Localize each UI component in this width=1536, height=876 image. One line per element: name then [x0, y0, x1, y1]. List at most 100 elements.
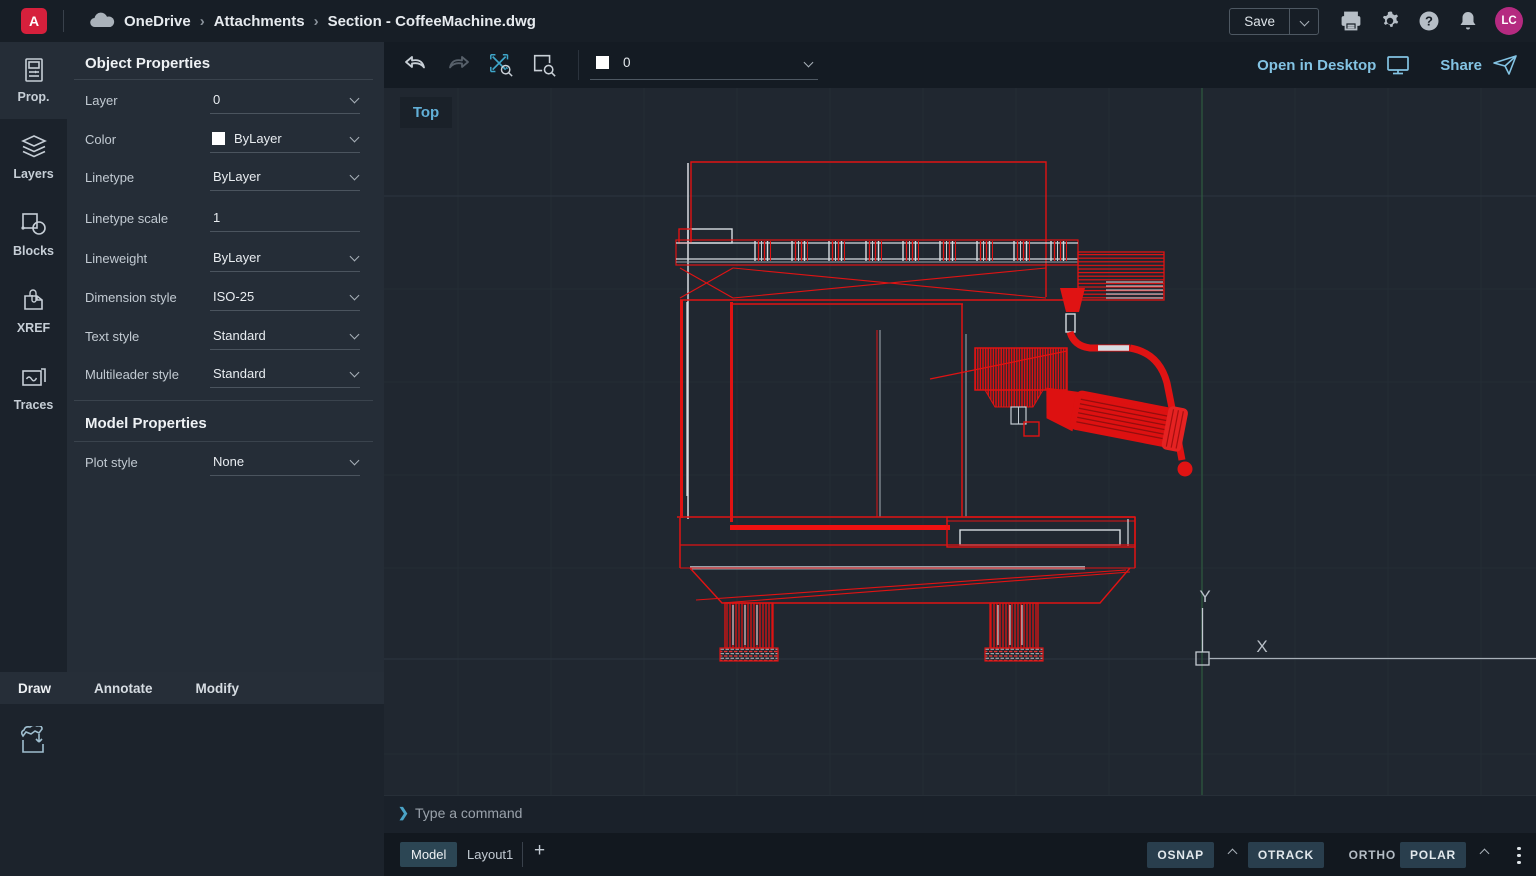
tab-modify[interactable]: Modify — [196, 681, 240, 696]
autocad-web-app: A OneDrive › Attachments › Section - Cof… — [0, 0, 1536, 876]
multileader-style-dropdown[interactable]: Standard — [210, 361, 360, 388]
open-in-desktop-button[interactable]: Open in Desktop — [1257, 57, 1376, 74]
sidebar-item-layers[interactable]: Layers — [0, 119, 67, 196]
dimension-style-dropdown[interactable]: ISO-25 — [210, 284, 360, 311]
topbar-divider — [63, 10, 64, 32]
revision-cloud-tool-icon[interactable] — [19, 726, 51, 756]
osnap-toggle[interactable]: OSNAP — [1147, 842, 1214, 868]
sidebar-label: Traces — [14, 398, 54, 412]
print-button[interactable] — [1339, 9, 1363, 33]
top-bar: A OneDrive › Attachments › Section - Cof… — [0, 0, 1536, 42]
sidebar-item-blocks[interactable]: Blocks — [0, 196, 67, 273]
properties-panel: Object Properties Layer 0 Color ByLayer … — [67, 42, 384, 672]
command-bar[interactable]: ❯ Type a command — [384, 795, 1536, 833]
save-split-button: Save — [1229, 8, 1319, 35]
user-avatar[interactable]: LC — [1495, 7, 1523, 35]
panel-divider — [74, 400, 373, 401]
breadcrumb: OneDrive › Attachments › Section - Coffe… — [88, 0, 536, 42]
osnap-options-chevron[interactable] — [1228, 849, 1238, 859]
tab-annotate[interactable]: Annotate — [94, 681, 153, 696]
plot-style-dropdown[interactable]: None — [210, 449, 360, 476]
color-swatch — [212, 132, 225, 145]
add-layout-button[interactable]: + — [534, 840, 545, 862]
layer-color-swatch — [596, 56, 609, 69]
share-button[interactable]: Share — [1440, 57, 1482, 74]
status-overflow-menu[interactable] — [1516, 843, 1522, 868]
share-plane-icon — [1492, 53, 1518, 77]
breadcrumb-attachments[interactable]: Attachments — [214, 13, 305, 30]
field-row-dimension-style: Dimension style ISO-25 — [85, 284, 366, 312]
sidebar-label: Prop. — [18, 90, 50, 104]
linetype-dropdown[interactable]: ByLayer — [210, 164, 360, 191]
polar-options-chevron[interactable] — [1480, 849, 1490, 859]
text-style-dropdown[interactable]: Standard — [210, 323, 360, 350]
chevron-down-icon — [350, 456, 360, 466]
sidebar-label: Layers — [13, 167, 53, 181]
breadcrumb-onedrive[interactable]: OneDrive — [124, 13, 191, 30]
object-properties-title: Object Properties — [85, 55, 210, 72]
field-row-plot-style: Plot style None — [85, 449, 366, 477]
blocks-icon — [20, 211, 48, 237]
linetype-scale-input[interactable]: 1 — [210, 205, 360, 232]
ucs-y-label: Y — [1199, 587, 1210, 606]
traces-icon — [20, 365, 48, 391]
tab-draw[interactable]: Draw — [18, 681, 51, 696]
help-button[interactable]: ? — [1417, 9, 1441, 33]
layers-icon — [20, 134, 48, 160]
field-label: Color — [85, 132, 116, 147]
layer-dropdown[interactable]: 0 — [210, 87, 360, 114]
sidebar-item-traces[interactable]: Traces — [0, 350, 67, 427]
field-label: Multileader style — [85, 367, 179, 382]
tab-divider — [522, 842, 523, 867]
field-label: Linetype scale — [85, 211, 168, 226]
model-properties-title: Model Properties — [85, 415, 207, 432]
zoom-extents-button[interactable] — [488, 52, 514, 78]
chevron-down-icon — [350, 94, 360, 104]
tab-layout1[interactable]: Layout1 — [456, 842, 524, 867]
help-icon: ? — [1418, 10, 1440, 32]
gear-icon — [1379, 10, 1401, 32]
otrack-toggle[interactable]: OTRACK — [1248, 842, 1324, 868]
topbar-actions: Save ? LC — [1229, 0, 1536, 42]
redo-button[interactable] — [446, 52, 472, 78]
coffee-machine-drawing: Y X — [384, 88, 1536, 795]
command-input[interactable]: Type a command — [415, 805, 522, 821]
field-row-lineweight: Lineweight ByLayer — [85, 245, 366, 273]
notifications-button[interactable] — [1456, 9, 1480, 33]
field-label: Linetype — [85, 170, 134, 185]
sidebar-item-xref[interactable]: XREF — [0, 273, 67, 350]
polar-toggle[interactable]: POLAR — [1400, 842, 1466, 868]
field-row-linetype: Linetype ByLayer — [85, 164, 366, 192]
chevron-down-icon — [350, 252, 360, 262]
sidebar-item-properties[interactable]: Prop. — [0, 42, 67, 119]
chevron-down-icon — [350, 171, 360, 181]
zoom-window-button[interactable] — [531, 52, 557, 78]
save-options-button[interactable] — [1290, 9, 1318, 34]
breadcrumb-separator: › — [314, 13, 319, 30]
settings-button[interactable] — [1378, 9, 1402, 33]
ortho-toggle[interactable]: ORTHO — [1339, 842, 1406, 868]
undo-button[interactable] — [402, 52, 428, 78]
save-button[interactable]: Save — [1230, 9, 1290, 34]
status-bar: Model Layout1 + OSNAP OTRACK ORTHO POLAR — [384, 833, 1536, 876]
chevron-down-icon — [350, 291, 360, 301]
onedrive-cloud-icon — [88, 12, 115, 30]
grid-lines — [384, 88, 1536, 795]
current-layer-dropdown[interactable]: 0 — [590, 50, 818, 80]
field-label: Text style — [85, 329, 139, 344]
toolbar-divider — [578, 50, 579, 80]
left-icon-rail: Prop. Layers Blocks XREF Traces — [0, 42, 67, 672]
canvas-toolbar: 0 Open in Desktop Share — [384, 42, 1536, 88]
chevron-down-icon — [350, 330, 360, 340]
lineweight-dropdown[interactable]: ByLayer — [210, 245, 360, 272]
tab-model[interactable]: Model — [400, 842, 457, 867]
field-row-text-style: Text style Standard — [85, 323, 366, 351]
field-row-linetype-scale: Linetype scale 1 — [85, 205, 366, 233]
autocad-logo-icon[interactable]: A — [21, 8, 47, 34]
view-cube-label[interactable]: Top — [400, 97, 452, 128]
drawing-viewport[interactable]: Y X — [384, 88, 1536, 795]
color-dropdown[interactable]: ByLayer — [210, 126, 360, 153]
svg-text:?: ? — [1425, 14, 1433, 29]
field-label: Layer — [85, 93, 118, 108]
breadcrumb-separator: › — [200, 13, 205, 30]
